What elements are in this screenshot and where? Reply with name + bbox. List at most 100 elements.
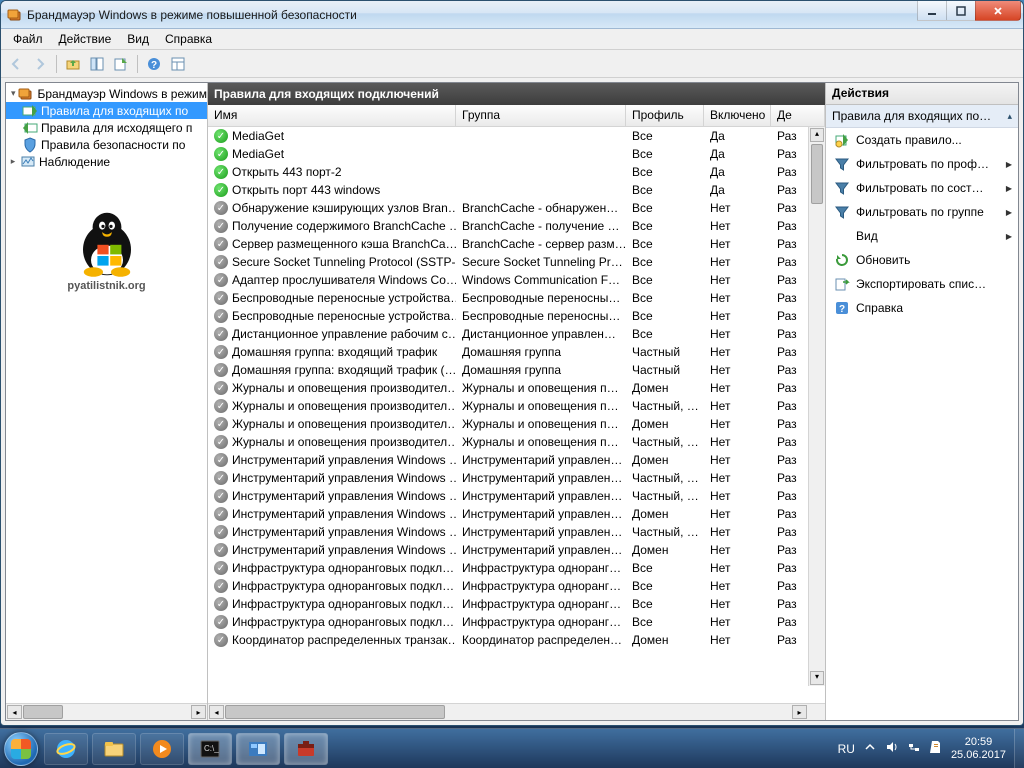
action--[interactable]: ?Справка: [826, 296, 1018, 320]
rule-row[interactable]: ✓MediaGetВсеДаРаз: [208, 127, 825, 145]
rule-profile: Частный, …: [626, 471, 704, 485]
rule-row[interactable]: ✓Журналы и оповещения производител…Журна…: [208, 415, 825, 433]
col-group[interactable]: Группа: [456, 105, 626, 126]
scroll-left-button[interactable]: ◂: [209, 705, 224, 719]
menu-file[interactable]: Файл: [5, 30, 51, 48]
rule-group: Журналы и оповещения п…: [456, 381, 626, 395]
rule-row[interactable]: ✓MediaGetВсеДаРаз: [208, 145, 825, 163]
rule-profile: Все: [626, 561, 704, 575]
rule-row[interactable]: ✓Получение содержимого BranchCache …Bran…: [208, 217, 825, 235]
rule-enabled: Нет: [704, 255, 771, 269]
tray-show-hidden-icon[interactable]: [863, 740, 877, 757]
rule-row[interactable]: ✓Обнаружение кэширующих узлов Bran…Branc…: [208, 199, 825, 217]
tray-clock[interactable]: 20:59 25.06.2017: [951, 736, 1006, 762]
tree-item-outbound-rules[interactable]: Правила для исходящего п: [6, 119, 207, 136]
list-vertical-scrollbar[interactable]: ▴ ▾: [808, 127, 825, 686]
rule-row[interactable]: ✓Инфраструктура одноранговых подкл…Инфра…: [208, 559, 825, 577]
rule-row[interactable]: ✓Открыть порт 443 windowsВсеДаРаз: [208, 181, 825, 199]
rule-row[interactable]: ✓Инструментарий управления Windows …Инст…: [208, 523, 825, 541]
rule-row[interactable]: ✓Домашняя группа: входящий трафик (…Дома…: [208, 361, 825, 379]
tray-network-icon[interactable]: [907, 740, 921, 757]
rule-row[interactable]: ✓Инструментарий управления Windows …Инст…: [208, 505, 825, 523]
maximize-button[interactable]: [946, 1, 976, 21]
action--[interactable]: Экспортировать спис…: [826, 272, 1018, 296]
action--[interactable]: Обновить: [826, 248, 1018, 272]
menu-view[interactable]: Вид: [119, 30, 157, 48]
rule-enabled: Нет: [704, 273, 771, 287]
scroll-up-button[interactable]: ▴: [810, 128, 824, 142]
taskbar-toolbox[interactable]: [284, 733, 328, 765]
scroll-right-button[interactable]: ▸: [191, 705, 206, 719]
chevron-down-icon[interactable]: ▾: [8, 88, 18, 99]
scroll-thumb[interactable]: [225, 705, 445, 719]
scroll-left-button[interactable]: ◂: [7, 705, 22, 719]
action--[interactable]: Фильтровать по группе▶: [826, 200, 1018, 224]
rule-row[interactable]: ✓Журналы и оповещения производител…Журна…: [208, 379, 825, 397]
scroll-right-button[interactable]: ▸: [792, 705, 807, 719]
scroll-down-button[interactable]: ▾: [810, 671, 824, 685]
rule-row[interactable]: ✓Открыть 443 порт-2ВсеДаРаз: [208, 163, 825, 181]
minimize-button[interactable]: [917, 1, 947, 21]
rule-row[interactable]: ✓Инструментарий управления Windows …Инст…: [208, 487, 825, 505]
rule-row[interactable]: ✓Журналы и оповещения производител…Журна…: [208, 397, 825, 415]
rule-row[interactable]: ✓Инструментарий управления Windows …Инст…: [208, 469, 825, 487]
scroll-thumb[interactable]: [811, 144, 823, 204]
action--[interactable]: Вид▶: [826, 224, 1018, 248]
rule-profile: Все: [626, 201, 704, 215]
rule-row[interactable]: ✓Инфраструктура одноранговых подкл…Инфра…: [208, 613, 825, 631]
taskbar-explorer[interactable]: [92, 733, 136, 765]
show-hide-tree-button[interactable]: [86, 53, 108, 75]
taskbar-media-player[interactable]: [140, 733, 184, 765]
tree-root[interactable]: ▾ Брандмауэр Windows в режим: [6, 85, 207, 102]
rule-row[interactable]: ✓Беспроводные переносные устройства…Бесп…: [208, 307, 825, 325]
rule-row[interactable]: ✓Координатор распределенных транзак…Коор…: [208, 631, 825, 649]
rule-row[interactable]: ✓Дистанционное управление рабочим с…Дист…: [208, 325, 825, 343]
rule-enabled: Нет: [704, 633, 771, 647]
rule-row[interactable]: ✓Инфраструктура одноранговых подкл…Инфра…: [208, 577, 825, 595]
toolbar: ?: [1, 50, 1023, 78]
chevron-right-icon[interactable]: ▸: [6, 156, 20, 167]
actions-group-header[interactable]: Правила для входящих по… ▴: [826, 105, 1018, 128]
tree-item-security-rules[interactable]: Правила безопасности по: [6, 136, 207, 153]
action--[interactable]: Фильтровать по сост…▶: [826, 176, 1018, 200]
action--[interactable]: Фильтровать по проф…▶: [826, 152, 1018, 176]
taskbar-mmc[interactable]: [236, 733, 280, 765]
main-window: Брандмауэр Windows в режиме повышенной б…: [0, 0, 1024, 726]
rule-row[interactable]: ✓Secure Socket Tunneling Protocol (SSTP-…: [208, 253, 825, 271]
close-button[interactable]: [975, 1, 1021, 21]
menu-action[interactable]: Действие: [51, 30, 120, 48]
menu-help[interactable]: Справка: [157, 30, 220, 48]
help-button[interactable]: ?: [143, 53, 165, 75]
list-horizontal-scrollbar[interactable]: ◂ ▸: [208, 703, 825, 720]
action--[interactable]: Создать правило...: [826, 128, 1018, 152]
rule-row[interactable]: ✓Журналы и оповещения производител…Журна…: [208, 433, 825, 451]
tray-action-center-icon[interactable]: [929, 740, 943, 757]
tray-volume-icon[interactable]: [885, 740, 899, 757]
col-action[interactable]: Де: [771, 105, 825, 126]
tree-item-monitoring[interactable]: ▸ Наблюдение: [6, 153, 207, 170]
layout-button[interactable]: [167, 53, 189, 75]
taskbar-cmd[interactable]: C:\_: [188, 733, 232, 765]
rule-row[interactable]: ✓Инструментарий управления Windows …Инст…: [208, 541, 825, 559]
col-name[interactable]: Имя: [208, 105, 456, 126]
rule-row[interactable]: ✓Беспроводные переносные устройства…Бесп…: [208, 289, 825, 307]
up-level-button[interactable]: [62, 53, 84, 75]
tree-item-inbound-rules[interactable]: Правила для входящих по: [6, 102, 207, 119]
rule-row[interactable]: ✓Домашняя группа: входящий трафикДомашня…: [208, 343, 825, 361]
taskbar-ie[interactable]: [44, 733, 88, 765]
export-list-button[interactable]: [110, 53, 132, 75]
rule-row[interactable]: ✓Сервер размещенного кэша BranchCa…Branc…: [208, 235, 825, 253]
tray-language[interactable]: RU: [838, 742, 855, 756]
tree-horizontal-scrollbar[interactable]: ◂ ▸: [6, 703, 207, 720]
rule-row[interactable]: ✓Инфраструктура одноранговых подкл…Инфра…: [208, 595, 825, 613]
show-desktop-button[interactable]: [1014, 729, 1024, 768]
rule-profile: Домен: [626, 543, 704, 557]
col-enabled[interactable]: Включено: [704, 105, 771, 126]
col-profile[interactable]: Профиль: [626, 105, 704, 126]
scroll-thumb[interactable]: [23, 705, 63, 719]
back-button: [5, 53, 27, 75]
rule-row[interactable]: ✓Адаптер прослушивателя Windows Co…Windo…: [208, 271, 825, 289]
titlebar[interactable]: Брандмауэр Windows в режиме повышенной б…: [1, 1, 1023, 29]
start-button[interactable]: [0, 729, 42, 768]
rule-row[interactable]: ✓Инструментарий управления Windows …Инст…: [208, 451, 825, 469]
